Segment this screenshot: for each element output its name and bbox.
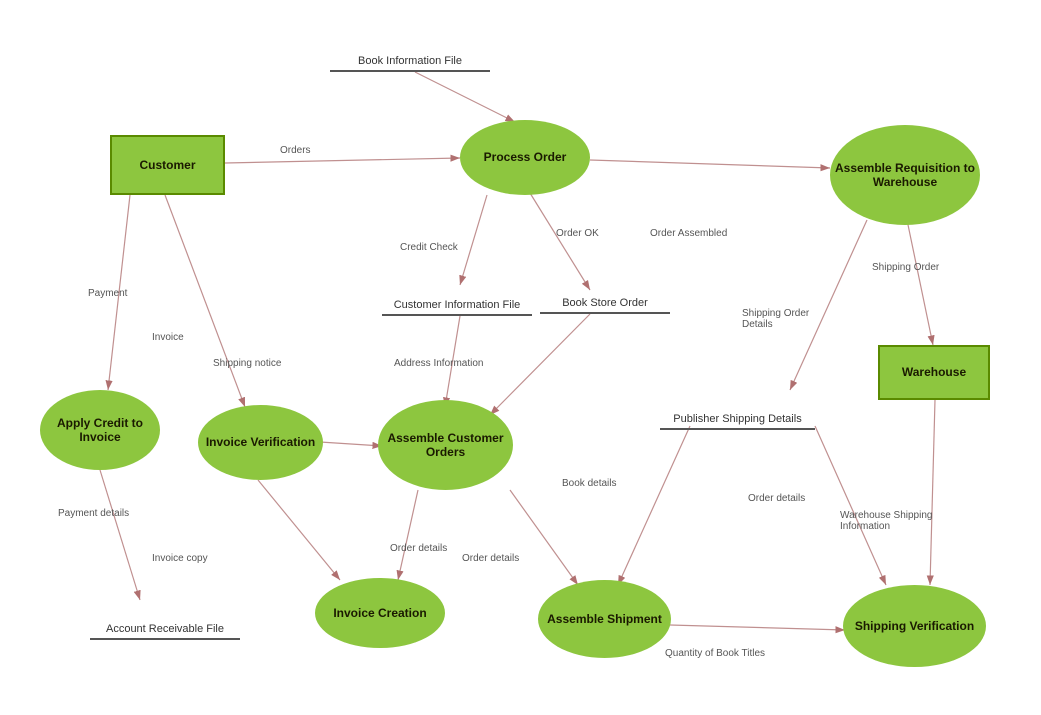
publisher-shipping-node: Publisher Shipping Details bbox=[660, 390, 815, 430]
warehouse-node: Warehouse bbox=[878, 345, 990, 400]
edge-warehouse-to-sv bbox=[930, 400, 935, 585]
edge-invverify-to-aco bbox=[320, 442, 382, 446]
apply-credit-node: Apply Credit to Invoice bbox=[40, 390, 160, 470]
edge-psd-to-sv bbox=[815, 426, 886, 585]
customer-node: Customer bbox=[110, 135, 225, 195]
label-order-assembled: Order Assembled bbox=[650, 228, 727, 239]
book-store-order-node: Book Store Order bbox=[540, 290, 670, 314]
label-order-details-3: Order details bbox=[748, 493, 805, 504]
label-credit-check: Credit Check bbox=[400, 242, 458, 253]
edge-aco-to-invcreation bbox=[398, 490, 418, 580]
shipping-verification-node: Shipping Verification bbox=[843, 585, 986, 667]
label-warehouse-shipping: Warehouse ShippingInformation bbox=[840, 510, 932, 532]
label-address-info: Address Information bbox=[394, 358, 484, 369]
edge-process-to-custinfo bbox=[460, 195, 487, 285]
label-orders: Orders bbox=[280, 145, 311, 156]
edge-invverify-to-invcreation bbox=[258, 480, 340, 580]
edge-psd-to-as bbox=[618, 426, 690, 585]
label-order-details-2: Order details bbox=[462, 553, 519, 564]
edge-apply-to-ar bbox=[100, 470, 140, 600]
label-invoice-copy: Invoice copy bbox=[152, 553, 208, 564]
process-order-node: Process Order bbox=[460, 120, 590, 195]
label-order-details-1: Order details bbox=[390, 543, 447, 554]
label-shipping-order: Shipping Order bbox=[872, 262, 939, 273]
edge-customer-to-process bbox=[225, 158, 460, 163]
label-book-details: Book details bbox=[562, 478, 616, 489]
edge-aco-to-as bbox=[510, 490, 578, 585]
edge-assreq-to-psd bbox=[790, 220, 867, 390]
account-receivable-node: Account Receivable File bbox=[90, 600, 240, 640]
edge-process-to-assreq bbox=[590, 160, 830, 168]
label-invoice: Invoice bbox=[152, 332, 184, 343]
edge-as-to-sv bbox=[670, 625, 845, 630]
label-shipping-order-details: Shipping OrderDetails bbox=[742, 308, 809, 330]
invoice-verification-node: Invoice Verification bbox=[198, 405, 323, 480]
edge-cust-to-inv-verify bbox=[165, 195, 245, 407]
edge-process-to-bso bbox=[530, 193, 590, 290]
invoice-creation-node: Invoice Creation bbox=[315, 578, 445, 648]
label-quantity-books: Quantity of Book Titles bbox=[665, 648, 765, 659]
label-shipping-notice: Shipping notice bbox=[213, 358, 281, 369]
book-info-file-node: Book Information File bbox=[330, 42, 490, 72]
assemble-req-node: Assemble Requisition to Warehouse bbox=[830, 125, 980, 225]
assemble-shipment-node: Assemble Shipment bbox=[538, 580, 671, 658]
label-payment-details: Payment details bbox=[58, 508, 129, 519]
label-payment: Payment bbox=[88, 288, 127, 299]
edge-bso-to-aco bbox=[490, 314, 590, 415]
diagram-container: Book Information File Customer Informati… bbox=[0, 0, 1041, 715]
edge-assreq-to-warehouse bbox=[907, 220, 933, 345]
label-order-ok: Order OK bbox=[556, 228, 599, 239]
customer-info-file-node: Customer Information File bbox=[382, 280, 532, 316]
assemble-customer-node: Assemble Customer Orders bbox=[378, 400, 513, 490]
edge-book-to-process bbox=[415, 72, 515, 122]
